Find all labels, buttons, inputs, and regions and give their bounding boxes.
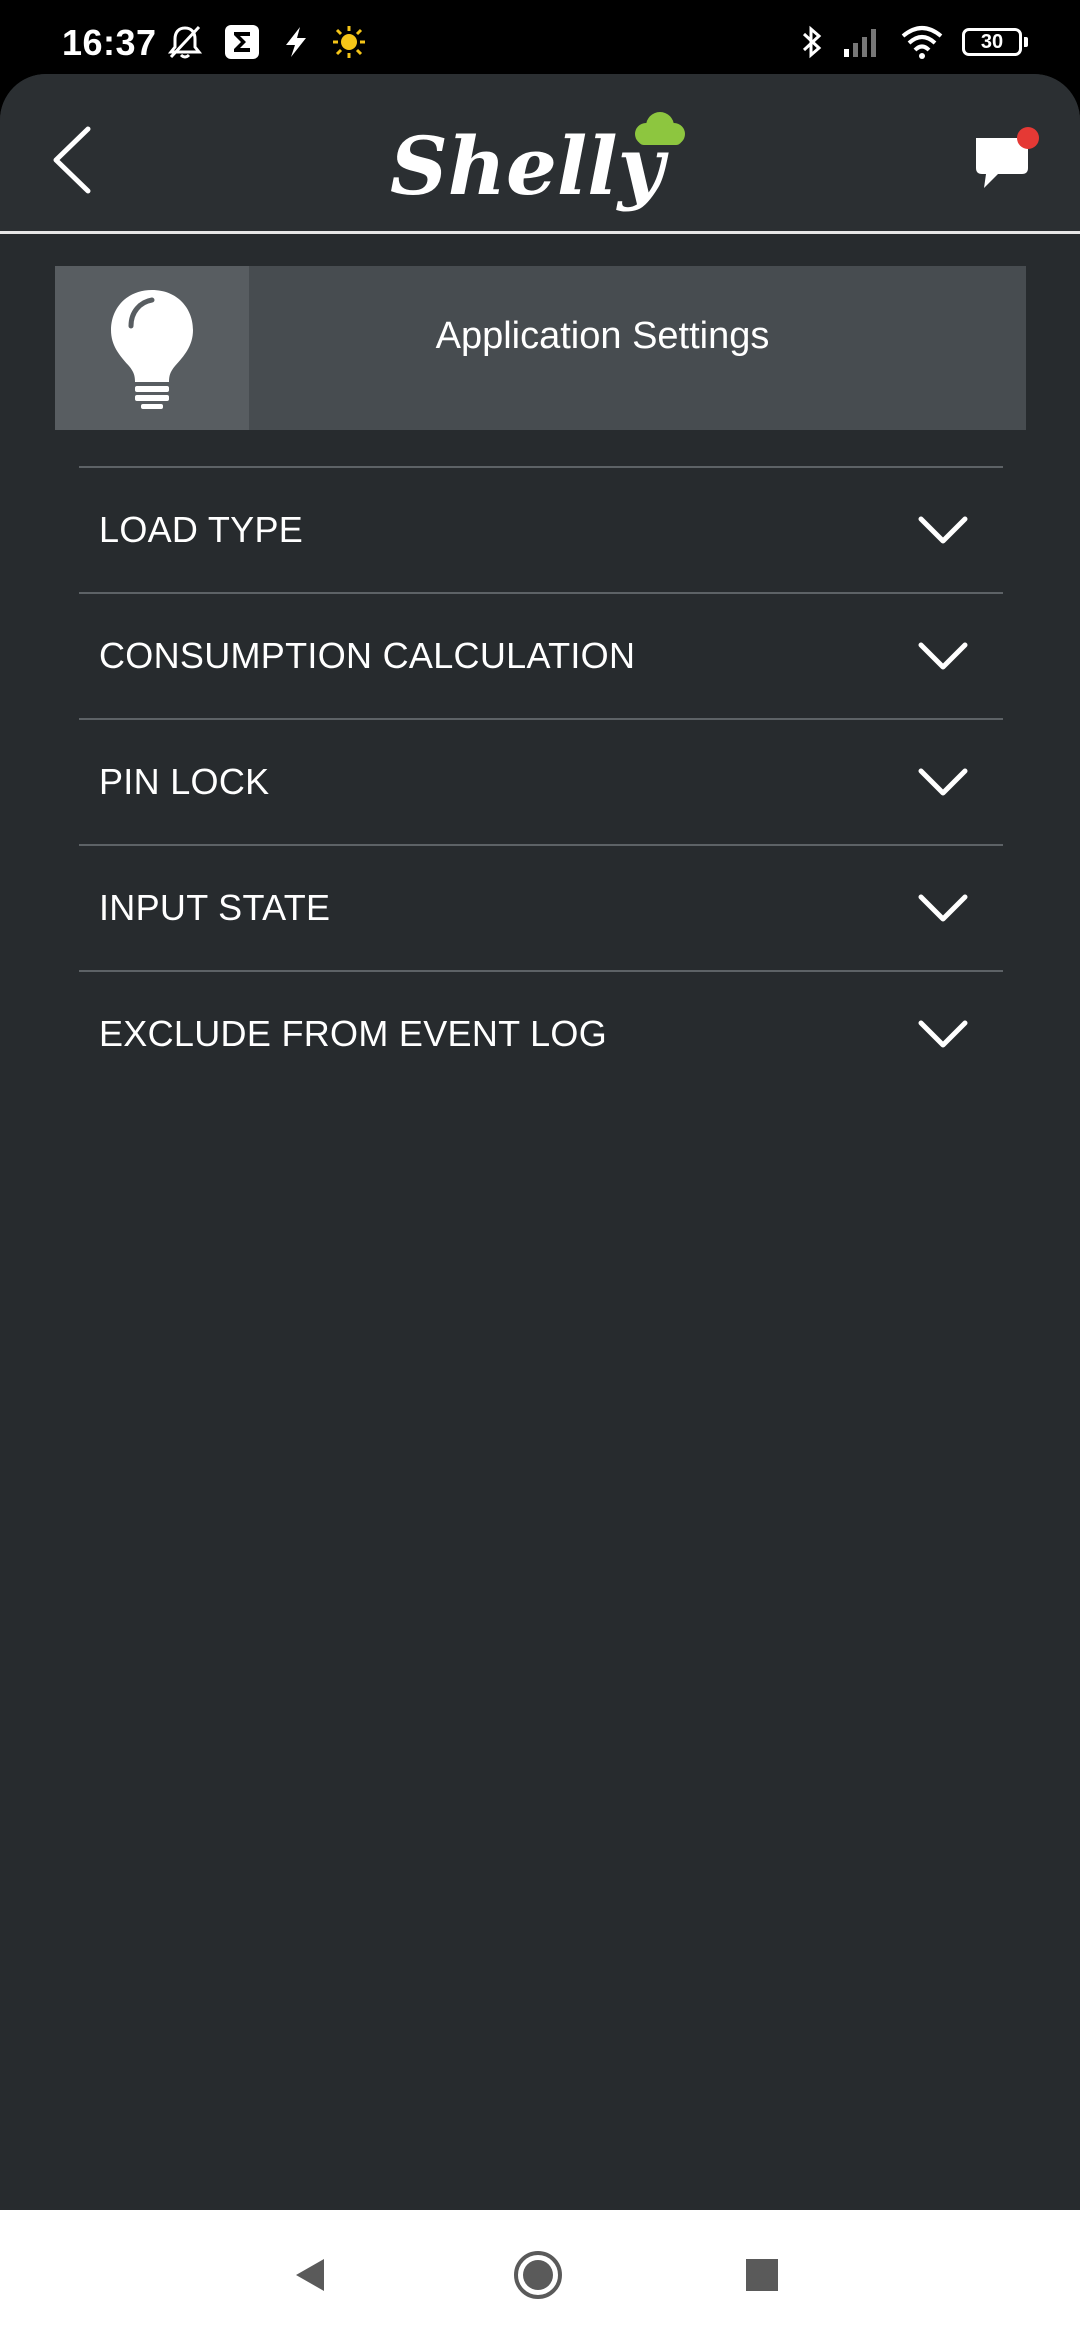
nav-home-button[interactable] (498, 2240, 578, 2310)
chevron-down-icon (913, 1014, 973, 1054)
cell-signal-icon (842, 25, 882, 59)
flash-icon (282, 25, 310, 59)
notification-dot (1017, 127, 1039, 149)
recents-square-icon (746, 2259, 778, 2291)
bell-off-icon (168, 24, 202, 60)
app-screen: Shelly Application Settings LOAD TYPE CO… (0, 74, 1080, 2210)
accordion-label: INPUT STATE (99, 887, 331, 928)
status-time: 16:37 (62, 22, 157, 63)
lightbulb-icon (111, 290, 193, 409)
accordion-consumption-calculation[interactable]: CONSUMPTION CALCULATION (79, 592, 1003, 718)
settings-accordion: LOAD TYPE CONSUMPTION CALCULATION PIN LO… (79, 466, 1003, 1096)
status-right-icons: 30 (800, 22, 1028, 62)
home-circle-icon (514, 2251, 562, 2299)
settings-title: Application Settings (435, 314, 770, 357)
shelly-logo: Shelly (388, 104, 698, 214)
back-button[interactable] (40, 122, 104, 198)
sun-icon (332, 25, 366, 59)
bluetooth-icon (800, 24, 824, 60)
battery-icon: 30 (962, 28, 1028, 56)
svg-text:Shelly: Shelly (390, 119, 670, 213)
accordion-pin-lock[interactable]: PIN LOCK (79, 718, 1003, 844)
notifications-button[interactable] (972, 124, 1044, 196)
settings-icon-box (55, 266, 249, 430)
settings-header: Application Settings (55, 266, 1026, 430)
chat-bubble-icon (976, 127, 1039, 188)
accordion-load-type[interactable]: LOAD TYPE (79, 466, 1003, 592)
wifi-icon (900, 24, 944, 60)
system-nav-bar (0, 2210, 1080, 2340)
chevron-down-icon (913, 510, 973, 550)
accordion-label: LOAD TYPE (99, 509, 304, 550)
chevron-down-icon (913, 888, 973, 928)
app-header: Shelly (0, 74, 1080, 234)
status-bar: 16:37 30 (0, 0, 1080, 78)
nav-recents-button[interactable] (722, 2240, 802, 2310)
chevron-down-icon (913, 762, 973, 802)
status-left-icons (168, 22, 366, 62)
accordion-label: EXCLUDE FROM EVENT LOG (99, 1013, 608, 1054)
chevron-down-icon (913, 636, 973, 676)
nav-back-button[interactable] (270, 2240, 350, 2310)
accordion-exclude-from-event-log[interactable]: EXCLUDE FROM EVENT LOG (79, 970, 1003, 1096)
back-triangle-icon (296, 2259, 324, 2291)
accordion-input-state[interactable]: INPUT STATE (79, 844, 1003, 970)
chevron-left-icon (53, 126, 91, 194)
accordion-label: CONSUMPTION CALCULATION (99, 635, 636, 676)
accordion-label: PIN LOCK (99, 761, 270, 802)
sigma-app-icon (224, 24, 260, 60)
